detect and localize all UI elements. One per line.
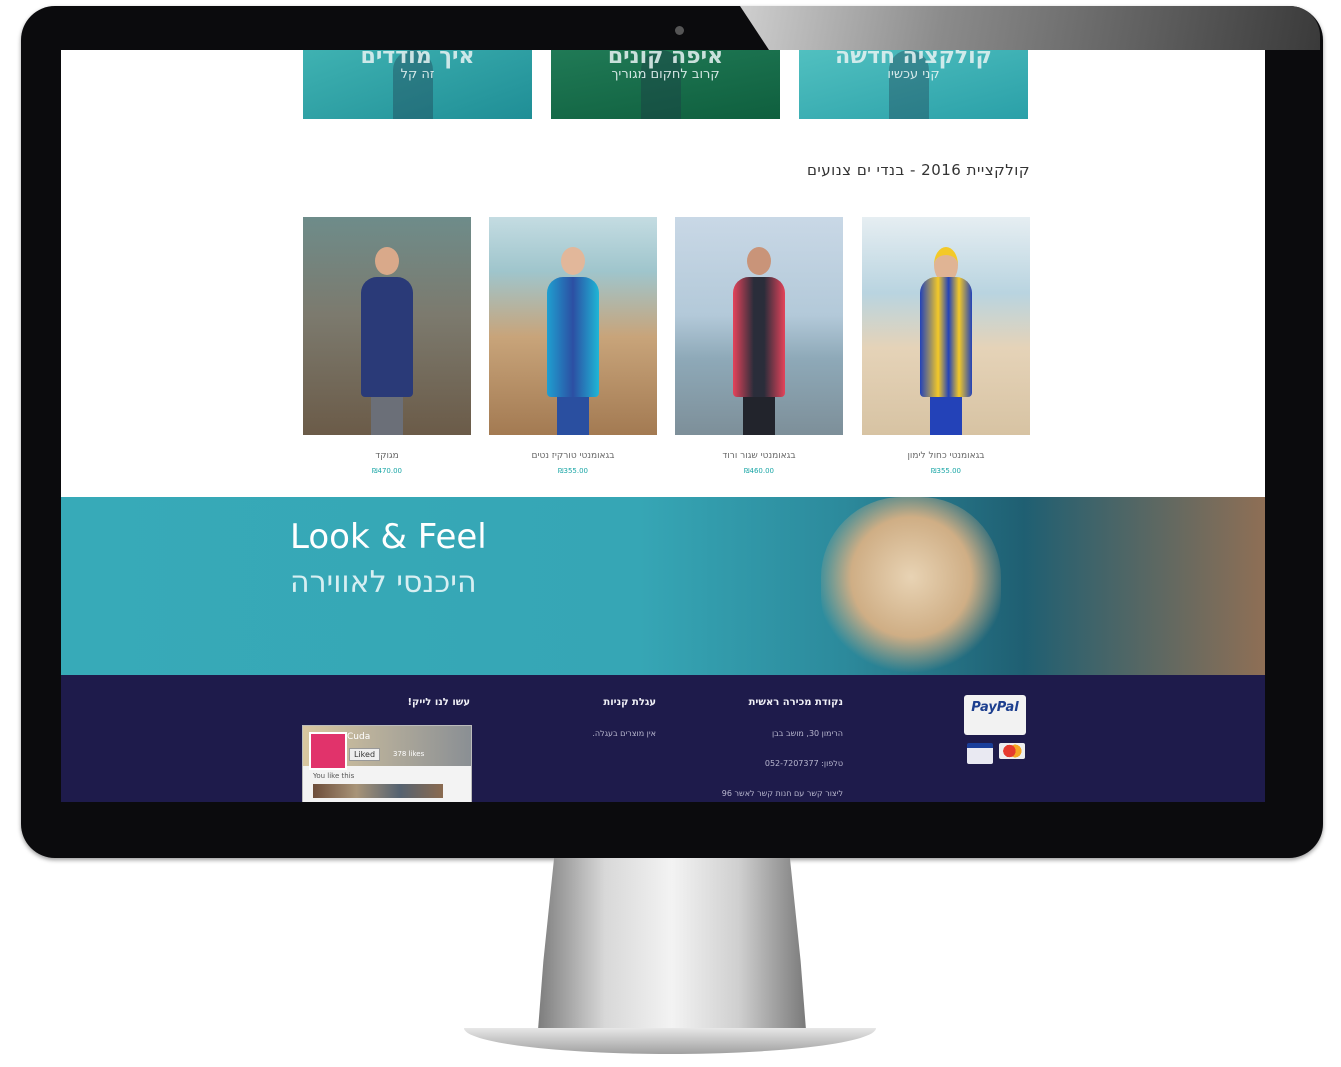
social-heading: עשו לנו לייק! (407, 697, 470, 708)
product-price: ₪460.00 (744, 467, 774, 475)
mastercard-icon (999, 743, 1025, 759)
monitor-base (464, 1028, 876, 1054)
hero-subheadline: היכנסי לאווירה (290, 565, 477, 600)
site-footer: PayPal נקודת מכירה ראשית הרימון 30, מושב… (61, 675, 1265, 802)
product-card[interactable]: מגוקד ₪470.00 (303, 217, 471, 475)
facebook-like-count: 378 likes (393, 750, 425, 758)
product-card[interactable]: בגאומנטי שגור ורוד ₪460.00 (675, 217, 843, 475)
banner-subtitle: קרוב לחקום מגוריך (611, 67, 720, 82)
product-image[interactable] (489, 217, 657, 435)
paypal-badge: PayPal (964, 695, 1026, 735)
model-legs (557, 397, 589, 435)
monitor-stand (538, 858, 806, 1030)
model-legs (371, 397, 403, 435)
facebook-like-box[interactable]: Cuda Liked 378 likes You like this (302, 725, 472, 802)
cart-empty-text: אין מוצרים בעגלה. (592, 729, 656, 738)
store-heading: נקודת מכירה ראשית (748, 697, 843, 708)
store-contact-link[interactable]: ליצור קשר עם חנות קשר לאשר 96 (722, 789, 843, 798)
product-image[interactable] (862, 217, 1030, 435)
hands-shells-image (821, 497, 1001, 675)
banner-how-to-measure[interactable]: איך מודדים זה קל (303, 50, 532, 119)
product-name[interactable]: מגוקד (303, 451, 471, 461)
product-price: ₪355.00 (558, 467, 588, 475)
banner-new-collection[interactable]: קולקציה חדשה קני עכשיו (799, 50, 1028, 119)
hero-banner[interactable]: Look & Feel היכנסי לאווירה (61, 497, 1265, 675)
model-swimsuit (547, 277, 599, 397)
browser-screen: איך מודדים זה קל איפה קונים קרוב לחקום מ… (61, 50, 1265, 802)
banner-subtitle: קני עכשיו (887, 67, 940, 82)
model-head (375, 247, 399, 275)
product-name[interactable]: בגאומנטי טורקיז נטים (489, 451, 657, 461)
model-swimsuit (733, 277, 785, 397)
hero-headline: Look & Feel (290, 517, 487, 557)
store-phone: טלפון: 052-7207377 (764, 759, 843, 768)
facebook-like-button[interactable]: Liked (349, 748, 381, 761)
store-address: הרימון 30, מושב בבן (771, 729, 843, 738)
product-name[interactable]: בגאומנטי שגור ורוד (675, 451, 843, 461)
model-head (561, 247, 585, 275)
product-price: ₪470.00 (372, 467, 402, 475)
camera-icon (675, 26, 684, 35)
model-head (747, 247, 771, 275)
product-price: ₪355.00 (931, 467, 961, 475)
model-figure (543, 247, 603, 435)
banner-where-to-buy[interactable]: איפה קונים קרוב לחקום מגוריך (551, 50, 780, 119)
banner-subtitle: זה קל (400, 67, 435, 82)
model-figure (916, 247, 976, 435)
model-legs (743, 397, 775, 435)
model-figure (357, 247, 417, 435)
bezel-glare (740, 6, 1320, 50)
product-name[interactable]: בגאומנטי כחול לימון (862, 451, 1030, 461)
model-swimsuit (361, 277, 413, 397)
facebook-friend-avatars (313, 784, 443, 798)
product-card[interactable]: בגאומנטי טורקיז נטים ₪355.00 (489, 217, 657, 475)
model-figure (729, 247, 789, 435)
visa-card-icon (967, 743, 993, 764)
facebook-friends-text: You like this (313, 772, 355, 780)
facebook-page-name[interactable]: Cuda (347, 732, 370, 742)
product-image[interactable] (303, 217, 471, 435)
collection-title: קולקציית 2016 - בנדי ים צנועים (806, 161, 1030, 179)
product-image[interactable] (675, 217, 843, 435)
cart-heading: עגלת קניות (603, 697, 656, 708)
paypal-logo: PayPal (971, 700, 1019, 715)
facebook-avatar (309, 732, 347, 770)
product-card[interactable]: בגאומנטי כחול לימון ₪355.00 (862, 217, 1030, 475)
model-swimsuit (920, 277, 972, 397)
model-legs (930, 397, 962, 435)
